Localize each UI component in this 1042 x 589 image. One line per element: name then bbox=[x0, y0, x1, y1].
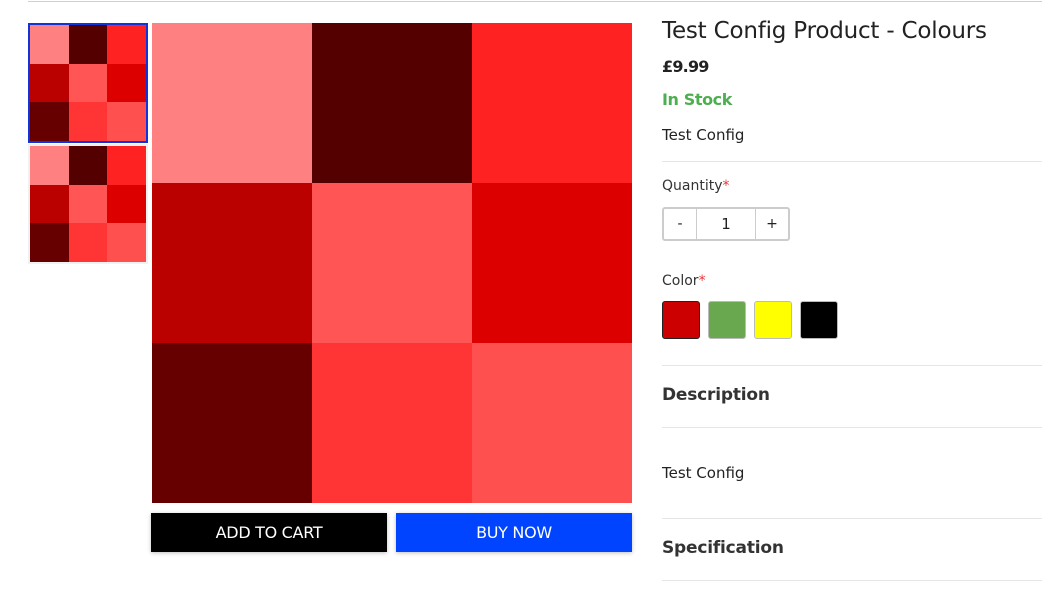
image-tile bbox=[152, 343, 312, 503]
image-tile bbox=[68, 146, 108, 185]
description-heading[interactable]: Description bbox=[662, 385, 770, 405]
thumbnail-image bbox=[30, 25, 146, 141]
required-asterisk: * bbox=[698, 273, 706, 289]
color-swatch-red[interactable] bbox=[662, 301, 700, 339]
image-tile bbox=[312, 343, 472, 503]
stock-status: In Stock bbox=[662, 90, 733, 109]
quantity-increase-button[interactable]: + bbox=[755, 209, 788, 239]
image-tile bbox=[30, 25, 69, 64]
thumbnail-1[interactable] bbox=[28, 23, 148, 143]
image-tile bbox=[152, 183, 312, 343]
color-swatch-yellow[interactable] bbox=[754, 301, 792, 339]
color-swatches bbox=[662, 301, 838, 339]
image-tile bbox=[107, 102, 146, 141]
top-divider bbox=[28, 1, 1042, 2]
image-tile bbox=[30, 63, 69, 103]
quantity-label-text: Quantity bbox=[662, 178, 723, 194]
thumbnail-2[interactable] bbox=[28, 144, 148, 264]
image-tile bbox=[107, 184, 146, 224]
image-tile bbox=[68, 25, 108, 64]
color-label: Color* bbox=[662, 273, 706, 289]
image-tile bbox=[68, 184, 108, 224]
product-image-tiles bbox=[152, 23, 632, 503]
image-tile bbox=[68, 102, 108, 141]
image-tile bbox=[30, 184, 69, 224]
image-tile bbox=[107, 25, 146, 64]
description-body: Test Config bbox=[662, 464, 745, 482]
main-product-image[interactable] bbox=[152, 23, 632, 503]
divider bbox=[662, 427, 1042, 428]
specification-heading[interactable]: Specification bbox=[662, 538, 784, 558]
image-tile bbox=[68, 223, 108, 262]
image-tile bbox=[152, 23, 312, 183]
image-tile bbox=[472, 343, 632, 503]
add-to-cart-button[interactable]: ADD TO CART bbox=[151, 513, 387, 552]
image-tile bbox=[30, 146, 69, 185]
divider bbox=[662, 580, 1042, 581]
color-swatch-green[interactable] bbox=[708, 301, 746, 339]
image-tile bbox=[472, 183, 632, 343]
divider bbox=[662, 518, 1042, 519]
image-tile bbox=[107, 63, 146, 103]
quantity-stepper: - + bbox=[662, 207, 790, 241]
thumbnail-image bbox=[30, 146, 146, 262]
color-swatch-black[interactable] bbox=[800, 301, 838, 339]
quantity-label: Quantity* bbox=[662, 178, 730, 194]
buy-now-button[interactable]: BUY NOW bbox=[396, 513, 632, 552]
image-tile bbox=[312, 23, 472, 183]
divider bbox=[662, 365, 1042, 366]
image-tile bbox=[30, 102, 69, 141]
product-price: £9.99 bbox=[662, 57, 709, 76]
image-tile bbox=[107, 223, 146, 262]
image-tile bbox=[68, 63, 108, 103]
image-tile bbox=[312, 183, 472, 343]
short-description: Test Config bbox=[662, 126, 745, 144]
image-tile bbox=[30, 223, 69, 262]
divider bbox=[662, 161, 1042, 162]
quantity-decrease-button[interactable]: - bbox=[664, 209, 697, 239]
image-tile bbox=[472, 23, 632, 183]
product-title: Test Config Product - Colours bbox=[662, 18, 987, 44]
required-asterisk: * bbox=[722, 178, 730, 194]
quantity-input[interactable] bbox=[697, 209, 755, 239]
image-tile bbox=[107, 146, 146, 185]
color-label-text: Color bbox=[662, 273, 699, 289]
